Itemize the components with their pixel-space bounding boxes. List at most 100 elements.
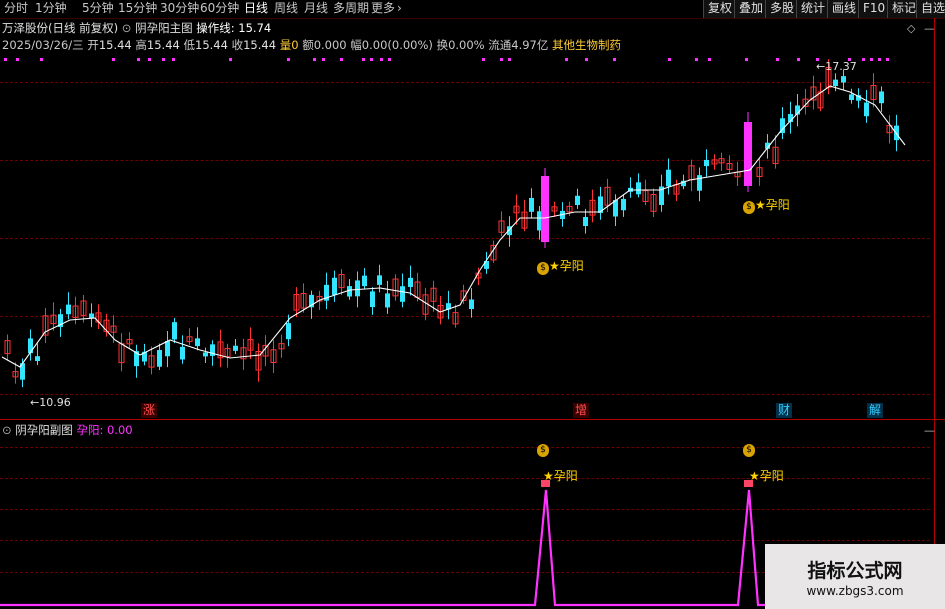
watermark-title: 指标公式网	[807, 560, 903, 582]
event-tag[interactable]: 解	[867, 403, 883, 418]
watermark-url: www.zbgs3.com	[806, 584, 904, 598]
signal-marker: $ ★孕阳	[743, 196, 790, 214]
candle-body	[165, 340, 170, 357]
signal-dot	[745, 58, 748, 61]
signal-label: 孕阳	[759, 469, 784, 483]
signal-dot	[388, 58, 391, 61]
candle-body	[636, 182, 641, 195]
candle-body	[377, 275, 382, 285]
signal-dot	[613, 58, 616, 61]
arrow-left-icon: ←	[30, 396, 40, 409]
signal-dot	[482, 58, 485, 61]
money-bag-icon: $	[743, 201, 755, 214]
signal-dot	[797, 58, 800, 61]
star-icon: ★	[543, 469, 554, 483]
signal-dot	[380, 58, 383, 61]
signal-candle	[541, 176, 549, 242]
candle-body	[332, 277, 337, 296]
signal-dot	[695, 58, 698, 61]
candle-body	[355, 280, 360, 297]
event-tag[interactable]: 增	[573, 403, 589, 418]
signal-dot	[708, 58, 711, 61]
candle-body	[400, 286, 405, 302]
candle-body	[583, 217, 588, 227]
sub-signal-label: ★孕阳	[749, 467, 784, 484]
min-price-value: 10.96	[39, 396, 71, 409]
candle-body	[469, 299, 474, 310]
money-bag-icon: $	[743, 444, 755, 457]
signal-label: 孕阳	[553, 469, 578, 483]
signal-dot	[137, 58, 140, 61]
signal-marker: $ ★孕阳	[537, 257, 584, 275]
candle-body	[704, 159, 709, 167]
sub-signal-label: ★孕阳	[543, 467, 578, 484]
signal-dot	[508, 58, 511, 61]
signal-dot	[172, 58, 175, 61]
signal-dot	[862, 58, 865, 61]
signal-dot	[668, 58, 671, 61]
candle-body	[203, 352, 208, 357]
money-bag-icon: $	[537, 262, 549, 275]
signal-dot	[162, 58, 165, 61]
candle-body	[666, 169, 671, 187]
signal-dot	[565, 58, 568, 61]
signal-dot	[287, 58, 290, 61]
money-bag-icon: $	[537, 444, 549, 457]
candle-body	[28, 338, 33, 354]
candle-body	[35, 356, 40, 362]
candle-body	[833, 79, 838, 87]
sub-minimize-icon[interactable]: —	[924, 424, 935, 437]
candle-body	[841, 76, 846, 83]
sub-signal-marker: $	[537, 441, 549, 457]
signal-candle	[744, 122, 752, 186]
ma-line	[1, 85, 906, 368]
signal-dot	[870, 58, 873, 61]
candle-body	[233, 345, 238, 351]
max-price-value: 17.37	[825, 60, 857, 73]
sub-title-line: ⊙ 阴孕阳副图 孕阳: 0.00	[2, 423, 133, 438]
candle-body	[621, 198, 626, 211]
signal-dot	[4, 58, 7, 61]
arrow-left-icon: ←	[816, 60, 826, 73]
star-icon: ★	[749, 469, 760, 483]
candle-body	[385, 293, 390, 308]
candle-body	[172, 322, 177, 340]
candle-body	[575, 195, 580, 206]
signal-dot	[148, 58, 151, 61]
event-tag[interactable]: 涨	[141, 403, 157, 418]
candle-body	[864, 102, 869, 117]
star-icon: ★	[755, 198, 766, 212]
min-price-label: ←10.96	[30, 395, 71, 410]
candle-body	[697, 175, 702, 191]
signal-dot	[370, 58, 373, 61]
signal-dot	[886, 58, 889, 61]
sub-value-label: 孕阳:	[76, 423, 104, 437]
sub-signal-marker: $	[743, 441, 755, 457]
signal-dot	[112, 58, 115, 61]
signal-dot	[585, 58, 588, 61]
candle-body	[195, 338, 200, 347]
signal-label: 孕阳	[559, 259, 584, 273]
signal-dot	[340, 58, 343, 61]
kline-chart[interactable]	[0, 0, 945, 609]
candle-body	[286, 323, 291, 340]
event-tag[interactable]: 财	[776, 403, 792, 418]
signal-label: 孕阳	[765, 198, 790, 212]
signal-dot	[322, 58, 325, 61]
candle-body	[66, 304, 71, 315]
candle-body	[180, 346, 185, 360]
signal-dot	[40, 58, 43, 61]
sub-settings-icon[interactable]: ⊙	[2, 423, 12, 437]
signal-dot	[500, 58, 503, 61]
signal-dot	[878, 58, 881, 61]
candle-body	[370, 291, 375, 308]
sub-value: 0.00	[106, 423, 133, 437]
sub-indicator-name[interactable]: 阴孕阳副图	[15, 423, 73, 437]
signal-dot	[16, 58, 19, 61]
candle-body	[529, 197, 534, 212]
star-icon: ★	[549, 259, 560, 273]
candle-body	[89, 313, 94, 319]
candle-body	[362, 275, 367, 287]
signal-dot	[229, 58, 232, 61]
watermark-box: 指标公式网 www.zbgs3.com	[765, 544, 945, 609]
